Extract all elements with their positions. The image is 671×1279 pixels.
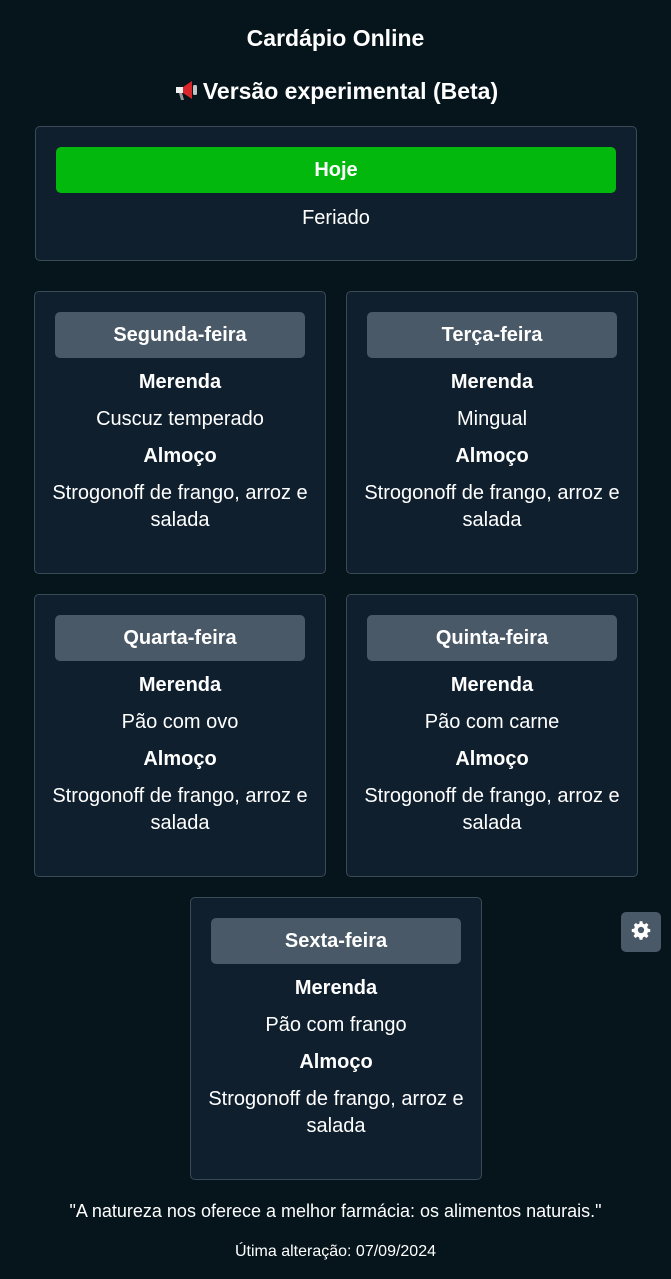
lunch-value: Strogonoff de frango, arroz e salada bbox=[52, 785, 308, 834]
snack-value: Mingual bbox=[456, 408, 528, 430]
day-card-monday: Segunda-feira Merenda Cuscuz temperado A… bbox=[34, 291, 326, 574]
settings-button[interactable] bbox=[621, 912, 661, 952]
lunch-label: Almoço bbox=[299, 1051, 373, 1073]
day-card-tuesday: Terça-feira Merenda Mingual Almoço Strog… bbox=[346, 291, 638, 574]
day-name: Quinta-feira bbox=[367, 615, 617, 661]
lunch-label: Almoço bbox=[455, 748, 529, 770]
today-badge: Hoje bbox=[56, 147, 616, 193]
day-name: Terça-feira bbox=[367, 312, 617, 358]
lunch-label: Almoço bbox=[143, 748, 217, 770]
lunch-label: Almoço bbox=[143, 445, 217, 467]
today-card: Hoje Feriado bbox=[35, 126, 637, 261]
snack-value: Cuscuz temperado bbox=[96, 408, 264, 430]
snack-value: Pão com ovo bbox=[121, 711, 239, 733]
day-name: Segunda-feira bbox=[55, 312, 305, 358]
snack-label: Merenda bbox=[138, 371, 222, 393]
snack-label: Merenda bbox=[450, 371, 534, 393]
beta-label: Versão experimental (Beta) bbox=[202, 78, 499, 104]
snack-value: Pão com frango bbox=[265, 1014, 407, 1036]
lunch-value: Strogonoff de frango, arroz e salada bbox=[364, 785, 620, 834]
day-name: Quarta-feira bbox=[55, 615, 305, 661]
lunch-value: Strogonoff de frango, arroz e salada bbox=[52, 482, 308, 531]
lunch-value: Strogonoff de frango, arroz e salada bbox=[208, 1088, 464, 1137]
footer-quote: "A natureza nos oferece a melhor farmáci… bbox=[69, 1201, 602, 1221]
page-title: Cardápio Online bbox=[246, 25, 425, 51]
day-name: Sexta-feira bbox=[211, 918, 461, 964]
beta-banner: Versão experimental (Beta) bbox=[0, 75, 671, 107]
today-status: Feriado bbox=[302, 207, 370, 229]
lunch-label: Almoço bbox=[455, 445, 529, 467]
gear-icon bbox=[631, 920, 651, 945]
lunch-value: Strogonoff de frango, arroz e salada bbox=[364, 482, 620, 531]
day-card-friday: Sexta-feira Merenda Pão com frango Almoç… bbox=[190, 897, 482, 1180]
snack-label: Merenda bbox=[450, 674, 534, 696]
megaphone-icon bbox=[173, 77, 199, 103]
snack-label: Merenda bbox=[138, 674, 222, 696]
snack-value: Pão com carne bbox=[424, 711, 560, 733]
snack-label: Merenda bbox=[294, 977, 378, 999]
day-card-wednesday: Quarta-feira Merenda Pão com ovo Almoço … bbox=[34, 594, 326, 877]
day-card-thursday: Quinta-feira Merenda Pão com carne Almoç… bbox=[346, 594, 638, 877]
last-updated: Útima alteração: 07/09/2024 bbox=[234, 1243, 436, 1260]
